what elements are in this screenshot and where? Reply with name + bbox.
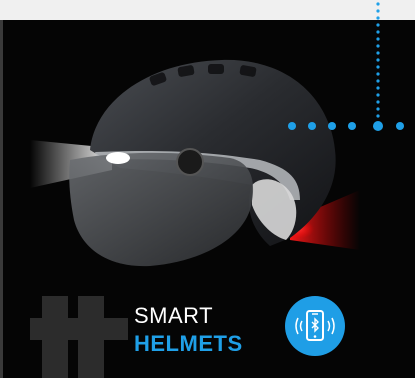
bluetooth-phone-icon [295, 310, 335, 341]
caption-smart: SMART [134, 303, 214, 328]
caption-helmets: HELMETS [134, 331, 243, 356]
smart-helmets-banner: SMART HELMETS [0, 0, 415, 378]
bluetooth-badge[interactable] [285, 296, 345, 356]
helmet-visor [69, 152, 254, 267]
visor-pivot [176, 148, 204, 176]
headlight [106, 152, 130, 164]
